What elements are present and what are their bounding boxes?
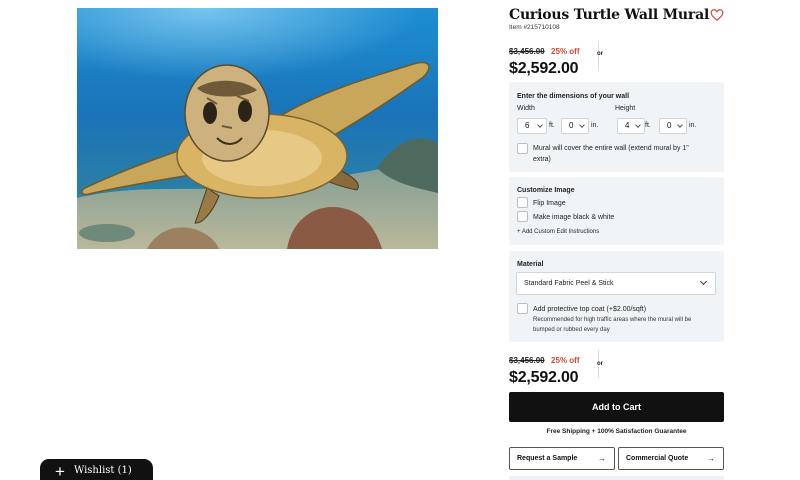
- chevron-down-icon: [635, 122, 641, 128]
- black-white-label: Make image black & white: [533, 214, 615, 221]
- commercial-quote-button[interactable]: Commercial Quote →: [618, 447, 724, 470]
- request-sample-button[interactable]: Request a Sample →: [509, 447, 615, 470]
- chevron-down-icon: [699, 277, 708, 286]
- height-feet-select[interactable]: 4: [617, 118, 645, 134]
- original-price: $3,456.00: [509, 47, 545, 56]
- customize-title: Customize Image: [517, 187, 575, 194]
- height-inches-unit: in.: [689, 122, 697, 129]
- chevron-down-icon: [537, 122, 543, 128]
- heart-icon[interactable]: [710, 8, 724, 22]
- price-block-bottom: $3,456.00 25% off $2,592.00: [509, 350, 609, 387]
- discount-badge: 25% off: [551, 47, 580, 56]
- wishlist-button[interactable]: + Wishlist (1): [40, 459, 153, 480]
- price-block-top: $3,456.00 25% off $2,592.00: [509, 41, 609, 78]
- height-feet-value: 4: [625, 121, 630, 130]
- next-section-panel: [509, 476, 724, 480]
- or-label: or: [597, 51, 603, 57]
- cover-wall-checkbox[interactable]: [517, 143, 528, 154]
- width-inches-select[interactable]: 0: [561, 118, 589, 134]
- chevron-down-icon: [677, 122, 683, 128]
- product-image: [77, 8, 438, 249]
- height-label: Height: [615, 105, 636, 112]
- shipping-guarantee: Free Shipping + 100% Satisfaction Guaran…: [546, 428, 687, 435]
- cover-wall-label: Mural will cover the entire wall (extend…: [533, 144, 718, 164]
- material-panel: Material Standard Fabric Peel & Stick Ad…: [509, 251, 724, 342]
- height-inches-value: 0: [667, 121, 672, 130]
- height-inches-select[interactable]: 0: [659, 118, 687, 134]
- black-white-checkbox[interactable]: [517, 211, 528, 222]
- material-selected-value: Standard Fabric Peel & Stick: [524, 280, 614, 287]
- cover-wall-label-line2: extra): [533, 156, 551, 163]
- customize-panel: Customize Image Flip Image Make image bl…: [509, 177, 724, 245]
- arrow-right-icon: →: [707, 454, 715, 463]
- material-title: Material: [517, 261, 544, 268]
- material-select[interactable]: Standard Fabric Peel & Stick: [516, 272, 716, 295]
- height-feet-unit: ft.: [645, 122, 651, 129]
- add-to-cart-button[interactable]: Add to Cart: [509, 392, 724, 422]
- chevron-down-icon: [579, 122, 585, 128]
- or-label: or: [597, 361, 603, 367]
- width-feet-unit: ft.: [549, 122, 555, 129]
- commercial-quote-label: Commercial Quote: [626, 455, 689, 462]
- flip-image-label: Flip Image: [533, 200, 566, 207]
- plus-icon: +: [55, 462, 65, 480]
- add-custom-edit-link[interactable]: + Add Custom Edit Instructions: [517, 229, 599, 235]
- item-number: Item #215710108: [509, 24, 560, 31]
- sale-price: $2,592.00: [509, 60, 579, 77]
- width-inches-value: 0: [569, 121, 574, 130]
- request-sample-label: Request a Sample: [517, 455, 578, 462]
- dimensions-panel: Enter the dimensions of your wall Width …: [509, 82, 724, 172]
- wishlist-label: Wishlist (1): [74, 465, 132, 476]
- top-coat-checkbox[interactable]: [517, 303, 528, 314]
- width-label: Width: [517, 105, 535, 112]
- cover-wall-label-line1: Mural will cover the entire wall (extend…: [533, 145, 689, 152]
- discount-badge: 25% off: [551, 356, 580, 365]
- top-coat-label: Add protective top coat (+$2.00/sqft): [533, 306, 647, 313]
- sale-price: $2,592.00: [509, 369, 579, 386]
- arrow-right-icon: →: [598, 454, 606, 463]
- top-coat-hint-line1: Recommended for high traffic areas where…: [533, 317, 692, 323]
- width-feet-value: 6: [525, 121, 530, 130]
- width-feet-select[interactable]: 6: [517, 118, 547, 134]
- top-coat-hint-line2: bumped or rubbed every day: [533, 327, 610, 333]
- dimensions-title: Enter the dimensions of your wall: [517, 93, 630, 100]
- turtle-photo: [77, 8, 438, 249]
- flip-image-checkbox[interactable]: [517, 197, 528, 208]
- width-inches-unit: in.: [591, 122, 599, 129]
- product-title: Curious Turtle Wall Mural: [509, 7, 710, 23]
- original-price: $3,456.00: [509, 356, 545, 365]
